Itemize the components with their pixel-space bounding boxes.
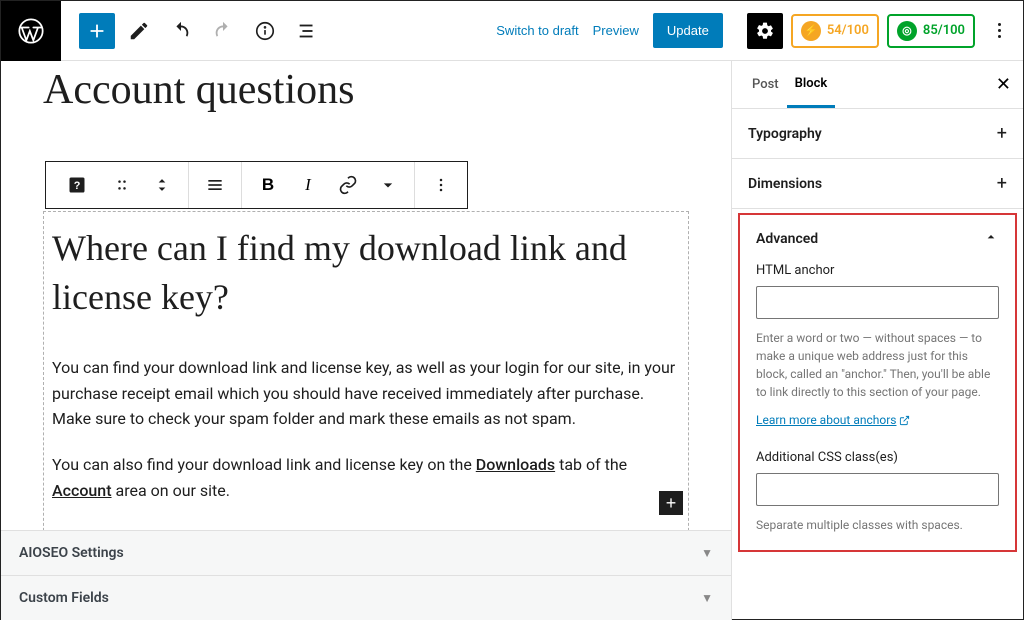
highlighted-advanced-section: Advanced HTML anchor Enter a word or two… (738, 213, 1017, 552)
wordpress-logo[interactable] (1, 1, 61, 61)
sidebar-tabs: Post Block ✕ (732, 61, 1023, 109)
editor-canvas: Account questions ? B I (1, 61, 731, 620)
paragraph-2[interactable]: You can also find your download link and… (52, 452, 680, 503)
top-right-controls: ⚡ 54/100 ◎ 85/100 (739, 13, 1023, 49)
main-area: Account questions ? B I (1, 61, 1023, 620)
add-block-button[interactable] (79, 13, 115, 49)
outline-button[interactable] (289, 13, 325, 49)
html-anchor-input[interactable] (756, 286, 999, 319)
target-icon: ◎ (897, 21, 917, 41)
drag-handle-icon[interactable] (102, 162, 142, 208)
top-toolbar: Switch to draft Preview Update ⚡ 54/100 … (1, 1, 1023, 61)
chevron-down-icon: ▼ (701, 591, 713, 605)
block-toolbar: ? B I (45, 161, 468, 209)
advanced-body: HTML anchor Enter a word or two — withou… (740, 263, 1015, 550)
settings-sidebar: Post Block ✕ Typography + Dimensions + A… (731, 61, 1023, 620)
advanced-section: Advanced HTML anchor Enter a word or two… (740, 215, 1015, 550)
html-anchor-help: Enter a word or two — without spaces — t… (756, 329, 999, 401)
move-arrows-button[interactable] (142, 162, 182, 208)
body-content: You can find your download link and lice… (52, 355, 680, 503)
link-button[interactable] (328, 162, 368, 208)
seo-score-badge-2[interactable]: ◎ 85/100 (887, 14, 975, 48)
external-link-icon (899, 415, 910, 426)
plus-icon: + (997, 123, 1007, 144)
seo-score-badge-1[interactable]: ⚡ 54/100 (791, 14, 879, 48)
tab-block[interactable]: Block (787, 62, 836, 108)
typography-toggle[interactable]: Typography + (732, 109, 1023, 158)
align-button[interactable] (195, 162, 235, 208)
custom-fields-panel-toggle[interactable]: Custom Fields ▼ (1, 575, 731, 620)
custom-fields-panel-label: Custom Fields (19, 590, 109, 606)
close-sidebar-button[interactable]: ✕ (996, 74, 1011, 95)
preview-button[interactable]: Preview (593, 23, 639, 38)
plus-icon: + (997, 173, 1007, 194)
top-center-controls: Switch to draft Preview Update (343, 13, 739, 48)
block-type-button[interactable]: ? (52, 162, 102, 208)
settings-gear-button[interactable] (747, 13, 783, 49)
dimensions-toggle[interactable]: Dimensions + (732, 159, 1023, 208)
css-classes-help: Separate multiple classes with spaces. (756, 516, 999, 534)
tab-post[interactable]: Post (744, 63, 787, 106)
css-classes-label: Additional CSS class(es) (756, 450, 999, 465)
seo-score-1-value: 54/100 (827, 23, 869, 38)
block-options-button[interactable] (421, 162, 461, 208)
info-button[interactable] (247, 13, 283, 49)
bolt-icon: ⚡ (801, 21, 821, 41)
svg-text:?: ? (74, 180, 81, 192)
aioseo-panel-label: AIOSEO Settings (19, 545, 124, 561)
undo-button[interactable] (163, 13, 199, 49)
redo-button[interactable] (205, 13, 241, 49)
aioseo-panel-toggle[interactable]: AIOSEO Settings ▼ (1, 530, 731, 575)
top-left-controls (61, 13, 343, 49)
edit-mode-button[interactable] (121, 13, 157, 49)
update-button[interactable]: Update (653, 13, 723, 48)
downloads-link[interactable]: Downloads (476, 455, 555, 474)
seo-score-2-value: 85/100 (923, 23, 965, 38)
chevron-up-icon (983, 229, 999, 249)
chevron-down-icon: ▼ (701, 546, 713, 560)
account-link[interactable]: Account (52, 481, 112, 500)
selected-block[interactable]: Where can I find my download link and li… (43, 211, 689, 551)
heading-text[interactable]: Where can I find my download link and li… (52, 224, 680, 321)
page-title[interactable]: Account questions (43, 69, 689, 111)
bold-button[interactable]: B (248, 162, 288, 208)
more-menu-button[interactable] (983, 23, 1015, 38)
css-classes-input[interactable] (756, 473, 999, 506)
meta-panels: AIOSEO Settings ▼ Custom Fields ▼ (1, 530, 731, 620)
learn-more-anchors-link[interactable]: Learn more about anchors (756, 413, 910, 427)
paragraph-1[interactable]: You can find your download link and lice… (52, 355, 680, 432)
html-anchor-label: HTML anchor (756, 263, 999, 278)
typography-section: Typography + (732, 109, 1023, 159)
switch-to-draft-button[interactable]: Switch to draft (496, 23, 578, 38)
dimensions-section: Dimensions + (732, 159, 1023, 209)
add-block-inline-button[interactable]: + (659, 491, 683, 515)
advanced-toggle[interactable]: Advanced (740, 215, 1015, 263)
more-format-button[interactable] (368, 162, 408, 208)
italic-button[interactable]: I (288, 162, 328, 208)
